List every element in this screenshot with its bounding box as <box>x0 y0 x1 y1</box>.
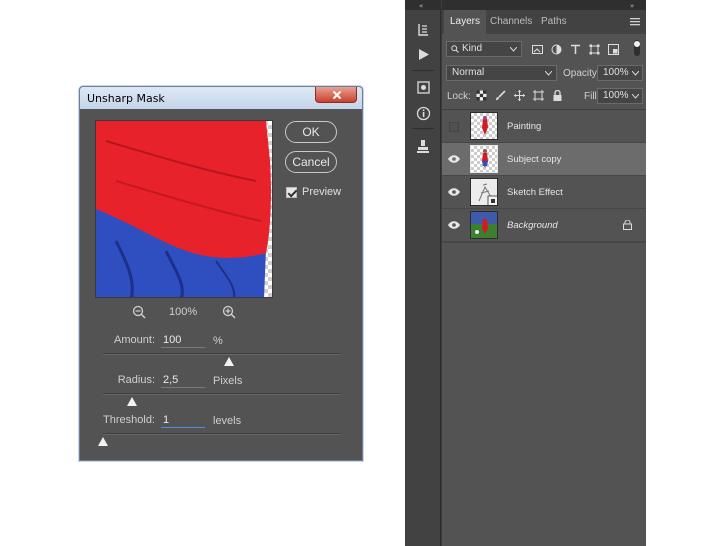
lock-icon <box>623 220 632 230</box>
layer-row-sketch-effect[interactable]: Sketch Effect <box>442 176 646 209</box>
layer-name[interactable]: Background <box>507 220 558 231</box>
photoshop-panels: « » Layers Channels Paths Kind Normal Op… <box>405 0 646 546</box>
opacity-label: Opacity: <box>563 68 600 79</box>
threshold-label: Threshold: <box>103 414 155 426</box>
eye-icon[interactable] <box>448 155 460 163</box>
amount-unit: % <box>213 335 223 347</box>
collapse-arrows-icon[interactable]: « <box>405 0 441 10</box>
chevron-down-icon <box>632 71 639 76</box>
radius-unit: Pixels <box>213 375 243 387</box>
layer-thumbnail[interactable] <box>470 112 498 140</box>
radius-slider-track[interactable] <box>103 393 341 395</box>
chevron-down-icon <box>545 71 552 76</box>
dialog-body: OK Cancel Preview 100% Amount: 100 % Rad… <box>84 109 358 456</box>
search-icon <box>451 45 459 53</box>
radius-label: Radius: <box>117 374 155 386</box>
threshold-slider-track[interactable] <box>103 433 341 435</box>
layer-name[interactable]: Sketch Effect <box>507 187 563 198</box>
threshold-slider-thumb[interactable] <box>98 437 108 446</box>
lock-label: Lock: <box>447 91 471 102</box>
blend-mode-value: Normal <box>452 67 485 78</box>
expand-arrows-icon[interactable]: » <box>442 0 646 10</box>
dialog-title: Unsharp Mask <box>87 92 165 105</box>
layers-list-end <box>442 242 646 243</box>
filter-kind-value: Kind <box>462 43 483 54</box>
lock-all-icon[interactable] <box>552 90 563 101</box>
shape-filter-icon[interactable] <box>589 44 600 55</box>
amount-label: Amount: <box>114 334 155 346</box>
adjustments-icon[interactable] <box>416 80 431 95</box>
info-icon[interactable] <box>416 106 431 121</box>
panel-menu-icon[interactable] <box>630 18 640 26</box>
layers-panel: » Layers Channels Paths Kind Normal Opac… <box>442 0 646 546</box>
layer-name[interactable]: Subject copy <box>507 154 561 165</box>
amount-slider-track[interactable] <box>103 353 341 355</box>
visibility-toggle-empty[interactable] <box>449 122 459 132</box>
sketch-thumbnail-icon <box>478 183 497 205</box>
strip-divider <box>412 128 434 129</box>
eye-icon[interactable] <box>448 188 460 196</box>
layer-row-painting[interactable]: Painting <box>442 110 646 143</box>
pixel-filter-icon[interactable] <box>532 44 543 55</box>
preview-checkbox-label: Preview <box>302 186 342 198</box>
layer-row-background[interactable]: Background <box>442 209 646 242</box>
filter-kind-select[interactable]: Kind <box>446 41 522 57</box>
painting-thumbnail-icon <box>482 116 488 135</box>
threshold-unit: levels <box>213 415 242 427</box>
layer-thumbnail[interactable] <box>470 145 498 173</box>
preview-image[interactable] <box>95 120 273 298</box>
fill-input[interactable]: 100% <box>597 88 643 104</box>
lock-move-icon[interactable] <box>514 90 525 101</box>
ok-button[interactable]: OK <box>285 121 337 143</box>
preview-checkbox[interactable] <box>286 187 297 198</box>
strip-header[interactable]: « <box>405 0 441 10</box>
svg-text:«: « <box>419 2 423 10</box>
chevron-down-icon <box>632 94 639 99</box>
lock-transparent-icon[interactable] <box>476 90 487 101</box>
opacity-input[interactable]: 100% <box>597 65 643 81</box>
background-thumbnail-icon <box>471 212 497 238</box>
opacity-value: 100% <box>603 67 629 78</box>
preview-image-art <box>96 121 272 297</box>
radius-slider-thumb[interactable] <box>126 397 137 406</box>
adjustment-filter-icon[interactable] <box>551 44 562 55</box>
svg-text:»: » <box>630 2 634 10</box>
history-icon[interactable] <box>416 22 431 37</box>
chevron-down-icon <box>510 47 517 52</box>
lock-brush-icon[interactable] <box>495 90 506 101</box>
layer-thumbnail[interactable] <box>470 178 498 206</box>
smart-object-filter-icon[interactable] <box>608 44 619 55</box>
type-filter-icon[interactable] <box>570 44 581 55</box>
cancel-button[interactable]: Cancel <box>285 151 337 173</box>
layer-thumbnail[interactable] <box>470 211 498 239</box>
radius-input[interactable]: 2,5 <box>161 374 205 388</box>
amount-input[interactable]: 100 <box>161 334 205 348</box>
clone-source-icon[interactable] <box>416 139 431 154</box>
play-actions-icon[interactable] <box>416 47 431 62</box>
close-button[interactable] <box>315 87 357 103</box>
zoom-level: 100% <box>169 306 198 318</box>
threshold-input[interactable]: 1 <box>161 414 205 428</box>
unsharp-mask-dialog: Unsharp Mask OK Cancel Preview 100% Amou… <box>79 86 363 461</box>
strip-divider <box>412 70 434 71</box>
layers-panel-header[interactable]: » <box>442 0 646 10</box>
layer-name[interactable]: Painting <box>507 121 541 132</box>
layer-row-subject-copy[interactable]: Subject copy <box>442 143 646 176</box>
filter-toggle-icon[interactable] <box>632 40 642 58</box>
tab-layers[interactable]: Layers <box>444 10 487 34</box>
layers-tabbar: Layers Channels Paths <box>442 10 646 34</box>
collapsed-panel-strip: « <box>405 0 441 546</box>
blend-mode-select[interactable]: Normal <box>446 65 557 81</box>
tab-channels[interactable]: Channels <box>490 10 532 34</box>
zoom-in-icon[interactable] <box>222 305 236 319</box>
tab-paths[interactable]: Paths <box>541 10 567 34</box>
fill-value: 100% <box>603 90 629 101</box>
dialog-titlebar[interactable]: Unsharp Mask <box>80 87 362 109</box>
zoom-out-icon[interactable] <box>132 305 146 319</box>
amount-slider-thumb[interactable] <box>224 357 235 366</box>
lock-artboard-icon[interactable] <box>533 90 544 101</box>
eye-icon[interactable] <box>448 221 460 229</box>
subject-thumbnail-icon <box>482 149 488 168</box>
